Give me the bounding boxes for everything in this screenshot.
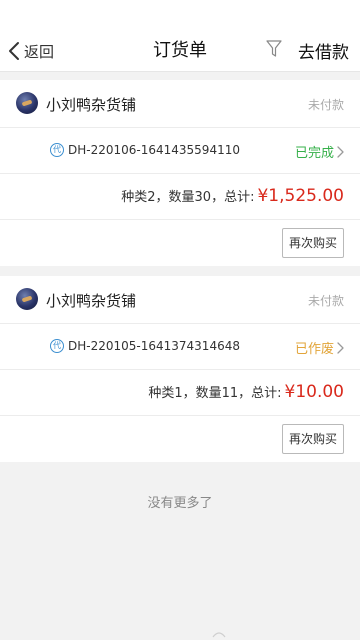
order-summary-label: 种类1，数量11，总计:: [148, 386, 282, 401]
order-total: ¥10.00: [284, 382, 344, 402]
bottom-edge-icon: [212, 632, 226, 638]
shop-name: 小刘鸭杂货铺: [46, 292, 137, 310]
reorder-button[interactable]: 再次购买: [282, 424, 344, 454]
back-button[interactable]: 返回: [8, 38, 54, 64]
back-label: 返回: [24, 42, 55, 61]
order-code: DH-220105-1641374314648: [68, 339, 240, 353]
order-summary-row: 种类2，数量30，总计: ¥1,525.00: [0, 174, 360, 220]
borrow-link[interactable]: 去借款: [298, 38, 349, 63]
order-card[interactable]: 小刘鸭杂货铺 未付款 代 DH-220106-1641435594110 已完成…: [0, 80, 360, 266]
chevron-right-icon: [337, 341, 344, 354]
order-code: DH-220106-1641435594110: [68, 143, 240, 157]
shop-row: 小刘鸭杂货铺 未付款: [0, 276, 360, 324]
reorder-button[interactable]: 再次购买: [282, 228, 344, 258]
order-summary: 种类1，数量11，总计: ¥10.00: [148, 382, 344, 402]
order-summary: 种类2，数量30，总计: ¥1,525.00: [121, 186, 344, 206]
chevron-left-icon: [9, 42, 19, 60]
order-action-row: 再次购买: [0, 220, 360, 266]
order-summary-row: 种类1，数量11，总计: ¥10.00: [0, 370, 360, 416]
order-status: 已作废: [294, 342, 334, 357]
order-action-row: 再次购买: [0, 416, 360, 462]
order-summary-label: 种类2，数量30，总计:: [121, 190, 255, 205]
order-code-icon: 代: [50, 143, 64, 157]
payment-status: 未付款: [307, 294, 344, 308]
top-navigation-bar: 返回 订货单 去借款: [0, 0, 360, 72]
filter-icon[interactable]: [266, 40, 282, 58]
order-status-link[interactable]: 已完成: [295, 142, 344, 161]
no-more-indicator: 没有更多了: [147, 496, 213, 511]
shop-avatar: [16, 288, 38, 310]
shop-avatar: [16, 92, 38, 114]
payment-status: 未付款: [307, 98, 344, 112]
order-code-row[interactable]: 代 DH-220106-1641435594110 已完成: [0, 128, 360, 174]
order-code-icon: 代: [50, 339, 64, 353]
order-status-link[interactable]: 已作废: [295, 338, 344, 357]
shop-name: 小刘鸭杂货铺: [46, 96, 137, 114]
order-total: ¥1,525.00: [257, 186, 344, 206]
order-card[interactable]: 小刘鸭杂货铺 未付款 代 DH-220105-1641374314648 已作废…: [0, 276, 360, 462]
order-status: 已完成: [294, 146, 334, 161]
order-code-row[interactable]: 代 DH-220105-1641374314648 已作废: [0, 324, 360, 370]
shop-row: 小刘鸭杂货铺 未付款: [0, 80, 360, 128]
chevron-right-icon: [337, 145, 344, 158]
